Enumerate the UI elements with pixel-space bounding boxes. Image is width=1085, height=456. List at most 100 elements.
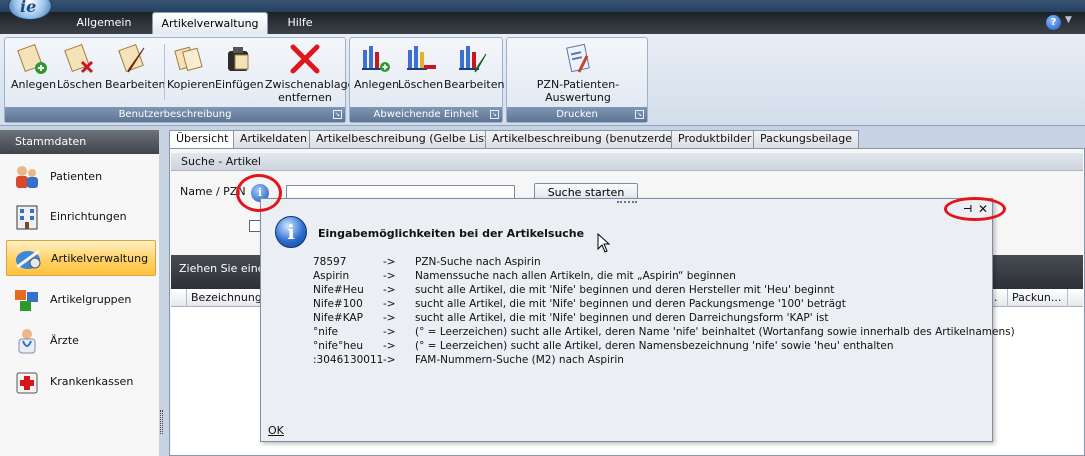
kopieren-label: Kopieren: [167, 78, 216, 91]
sidebar-item-label: Artikelverwaltung: [51, 252, 149, 265]
help-row-arrow: ->: [383, 298, 396, 310]
tab-produktbilder[interactable]: Produktbilder: [671, 130, 759, 148]
tab-allgemein[interactable]: Allgemein: [60, 12, 148, 34]
patients-icon: [12, 163, 42, 191]
zwischenablage-entfernen-label: Zwischenablage entfernen: [265, 78, 355, 104]
einheit-bearbeiten-button[interactable]: Bearbeiten: [444, 42, 504, 91]
popup-drag-grip[interactable]: [617, 201, 637, 204]
sidebar-item-einrichtungen[interactable]: Einrichtungen: [6, 199, 156, 235]
copy-icon: [172, 42, 206, 76]
search-section-title: Suche - Artikel: [171, 153, 1083, 171]
ok-link[interactable]: OK: [268, 424, 284, 437]
loeschen-label: Löschen: [57, 78, 103, 91]
einfuegen-label: Einfügen: [215, 78, 264, 91]
help-row-desc: (° = Leerzeichen) sucht alle Artikel, de…: [415, 340, 894, 352]
tab-hilfe[interactable]: Hilfe: [272, 12, 328, 34]
sidebar-item-krankenkassen[interactable]: Krankenkassen: [6, 364, 156, 400]
dialog-launcher-icon[interactable]: ↘: [490, 110, 499, 119]
bearbeiten-button[interactable]: Bearbeiten: [105, 42, 165, 91]
ribbon-group-label: Abweichende Einheit: [350, 107, 502, 122]
anlegen-button[interactable]: Anlegen: [11, 42, 57, 91]
help-row-desc: Namenssuche nach allen Artikeln, die mit…: [415, 270, 736, 282]
einheit-anlegen-button[interactable]: Anlegen: [354, 42, 400, 91]
bearbeiten-label: Bearbeiten: [105, 78, 166, 91]
help-row-desc: sucht alle Artikel, die mit 'Nife' begin…: [415, 284, 835, 296]
tab-packungsbeilage[interactable]: Packungsbeilage: [753, 130, 859, 148]
report-print-icon: [561, 42, 595, 76]
popup-title: Eingabemöglichkeiten bei der Artikelsuch…: [318, 227, 585, 240]
pzn-patienten-auswertung-label: PZN-Patienten-Auswertung: [536, 78, 620, 104]
grid-indicator-column: [171, 289, 187, 307]
anlegen-label: Anlegen: [11, 78, 57, 91]
help-row-input: 78597: [313, 256, 347, 268]
document-add-icon: [15, 42, 49, 76]
help-row-desc: FAM-Nummern-Suche (M2) nach Aspirin: [415, 354, 624, 366]
building-icon: [12, 203, 42, 231]
help-row-arrow: ->: [383, 326, 396, 338]
einheit-anlegen-label: Anlegen: [354, 78, 400, 91]
bar-chart-add-icon: [358, 42, 392, 76]
pzn-patienten-auswertung-button[interactable]: PZN-Patienten-Auswertung: [510, 42, 646, 104]
einheit-loeschen-label: Löschen: [398, 78, 444, 91]
einheit-bearbeiten-label: Bearbeiten: [444, 78, 505, 91]
dialog-launcher-icon[interactable]: ↘: [635, 110, 644, 119]
ribbon-group-label: Benutzerbeschreibung: [5, 107, 345, 122]
help-row-desc: sucht alle Artikel, die mit 'Nife' begin…: [415, 298, 846, 310]
info-icon: i: [275, 216, 307, 248]
splitter-grip-icon[interactable]: [160, 410, 163, 434]
tab-uebersicht[interactable]: Übersicht: [169, 130, 236, 150]
help-dropdown-icon[interactable]: ▼: [1065, 15, 1072, 25]
health-insurance-icon: [12, 368, 42, 396]
zwischenablage-entfernen-button[interactable]: Zwischenablage entfernen: [265, 42, 354, 104]
document-edit-icon: [116, 42, 150, 76]
highlight-ring-info: [236, 174, 282, 212]
sidebar-item-patienten[interactable]: Patienten: [6, 159, 156, 195]
help-row-arrow: ->: [383, 312, 396, 324]
help-row-input: Nife#Heu: [313, 284, 364, 296]
tab-artikelbeschreibung-benutzerdef[interactable]: Artikelbeschreibung (benutzerdef.): [485, 130, 691, 148]
tab-artikeldaten[interactable]: Artikeldaten: [233, 130, 314, 148]
help-row-input: °nife: [313, 326, 338, 338]
sidebar-item-aerzte[interactable]: Ärzte: [6, 323, 156, 359]
einheit-loeschen-button[interactable]: Löschen: [398, 42, 444, 91]
help-row-input: Aspirin: [313, 270, 350, 282]
kopieren-button[interactable]: Kopieren: [167, 42, 215, 91]
help-row-input: °nife°heu: [313, 340, 363, 352]
dialog-launcher-icon[interactable]: ↘: [333, 110, 342, 119]
highlight-ring-pin-close: [944, 197, 1006, 221]
einfuegen-button[interactable]: Einfügen: [215, 42, 264, 91]
sidebar-item-label: Ärzte: [50, 334, 79, 347]
search-help-popup: ⊣ ✕ i Eingabemöglichkeiten bei der Artik…: [260, 198, 1015, 442]
ribbon-group-label: Drucken: [507, 107, 647, 122]
ribbon-separator: [164, 44, 165, 100]
sidebar-header: Stammdaten: [0, 130, 159, 154]
column-packungsgroesse[interactable]: Packun...: [1008, 289, 1068, 307]
ribbon-group-abweichende-einheit: Anlegen Löschen Bearbeiten Abweichende E…: [349, 37, 504, 123]
help-row-desc: sucht alle Artikel, die mit 'Nife' begin…: [415, 312, 829, 324]
sidebar-item-label: Artikelgruppen: [50, 293, 132, 306]
help-icon[interactable]: ?: [1046, 15, 1061, 30]
column-bezeichnung[interactable]: Bezeichnung: [187, 289, 267, 307]
ribbon-group-benutzerbeschreibung: Anlegen Löschen Bearbeiten Kopieren Einf…: [4, 37, 354, 123]
ribbon-group-drucken: PZN-Patienten-Auswertung Drucken ↘: [506, 37, 648, 123]
help-row-desc: (° = Leerzeichen) sucht alle Artikel, de…: [415, 326, 1015, 338]
help-row-arrow: ->: [383, 354, 396, 366]
article-management-icon: [13, 245, 43, 273]
tab-artikelbeschreibung-gelbe-liste[interactable]: Artikelbeschreibung (Gelbe Liste): [309, 130, 507, 148]
sidebar-item-artikelverwaltung[interactable]: Artikelverwaltung: [6, 240, 156, 276]
sidebar-item-artikelgruppen[interactable]: Artikelgruppen: [6, 282, 156, 318]
help-row-input: Nife#100: [313, 298, 363, 310]
tab-artikelverwaltung[interactable]: Artikelverwaltung: [152, 12, 268, 34]
ribbon: Anlegen Löschen Bearbeiten Kopieren Einf…: [0, 34, 1085, 126]
help-row-input: :3046130011: [313, 354, 384, 366]
document-delete-icon: [62, 42, 96, 76]
help-row-arrow: ->: [383, 256, 396, 268]
loeschen-button[interactable]: Löschen: [57, 42, 103, 91]
help-row-arrow: ->: [383, 340, 396, 352]
help-row-desc: PZN-Suche nach Aspirin: [415, 256, 541, 268]
help-row-arrow: ->: [383, 284, 396, 296]
paste-icon: [221, 42, 255, 76]
doctor-icon: [12, 327, 42, 355]
sidebar-item-label: Patienten: [50, 170, 103, 183]
mouse-cursor-icon: [597, 233, 611, 253]
